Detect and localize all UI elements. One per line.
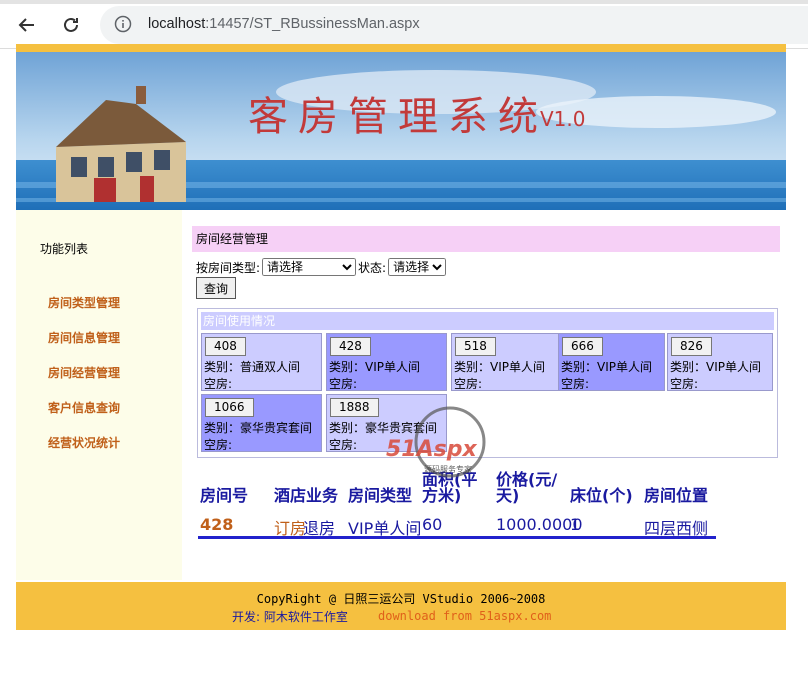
table-bottom-rule bbox=[198, 536, 716, 539]
reload-icon bbox=[64, 17, 78, 32]
url-path: :14457/ST_RBussinessMan.aspx bbox=[205, 16, 420, 32]
room-usage-caption: 房间使用情况 bbox=[201, 312, 774, 330]
sidebar: 功能列表 房间类型管理 房间信息管理 房间经营管理 客户信息查询 经营状况统计 bbox=[16, 210, 182, 580]
room-number-button[interactable]: 518 bbox=[455, 337, 496, 356]
room-type-text: 类别：VIP单人间 bbox=[561, 360, 652, 374]
sidebar-item-room-business[interactable]: 房间经营管理 bbox=[48, 364, 120, 381]
cell-room-no: 428 bbox=[200, 515, 234, 534]
filter-row: 按房间类型: 请选择 状态: 请选择 bbox=[196, 258, 447, 276]
tab-strip-edge bbox=[0, 0, 808, 4]
watermark-tagline: 源码服务专家 bbox=[424, 464, 472, 474]
browser-toolbar: localhost:14457/ST_RBussinessMan.aspx bbox=[0, 0, 808, 49]
room-state-text: 空房: bbox=[329, 377, 358, 391]
top-gold-bar bbox=[16, 44, 786, 52]
query-button[interactable]: 查询 bbox=[196, 277, 236, 299]
room-state-text: 空房: bbox=[204, 377, 233, 391]
room-type-select[interactable]: 请选择 bbox=[262, 258, 357, 276]
reload-button[interactable] bbox=[58, 12, 84, 38]
room-card: 1066 类别：豪华贵宾套间 空房: bbox=[201, 394, 322, 452]
back-arrow-icon bbox=[18, 18, 34, 32]
room-card: 666 类别：VIP单人间 空房: bbox=[558, 333, 665, 391]
sidebar-item-room-type[interactable]: 房间类型管理 bbox=[48, 294, 120, 311]
room-number-button[interactable]: 428 bbox=[330, 337, 371, 356]
room-state-text: 空房: bbox=[670, 377, 699, 391]
room-type-text: 类别：普通双人间 bbox=[204, 360, 301, 374]
header-banner: 客房管理系统 V1.0 bbox=[16, 52, 786, 210]
banner-image: 客房管理系统 V1.0 bbox=[16, 52, 786, 210]
col-header-room-type: 房间类型 bbox=[348, 486, 413, 505]
watermark-brand: 51Aspx bbox=[386, 437, 477, 462]
cell-beds: 1 bbox=[570, 515, 581, 534]
col-header-room-no: 房间号 bbox=[200, 486, 249, 505]
room-state-text: 空房: bbox=[561, 377, 590, 391]
room-number-button[interactable]: 826 bbox=[671, 337, 712, 356]
sidebar-item-room-info[interactable]: 房间信息管理 bbox=[48, 329, 120, 346]
footer-download-link[interactable]: download from 51aspx.com bbox=[378, 609, 551, 623]
sidebar-title: 功能列表 bbox=[40, 242, 89, 256]
banner-version: V1.0 bbox=[540, 107, 586, 131]
room-number-button[interactable]: 1066 bbox=[205, 398, 254, 417]
watermark-logo: 51Aspx 源码服务专家 bbox=[386, 406, 486, 478]
room-type-label: 按房间类型: bbox=[196, 260, 261, 275]
room-type-text: 类别：VIP单人间 bbox=[670, 360, 761, 374]
cell-area: 60 bbox=[422, 515, 443, 534]
back-button[interactable] bbox=[14, 12, 40, 38]
room-card: 826 类别：VIP单人间 空房: bbox=[667, 333, 773, 391]
page-title: 房间经营管理 bbox=[192, 226, 780, 252]
room-type-text: 类别：VIP单人间 bbox=[329, 360, 420, 374]
status-select[interactable]: 请选择 bbox=[388, 258, 447, 276]
banner-title: 客房管理系统 bbox=[248, 94, 548, 140]
room-state-text: 空房: bbox=[204, 438, 233, 452]
room-state-text: 空房: bbox=[454, 377, 483, 391]
footer: CopyRight @ 日照三运公司 VStudio 2006~2008 开发:… bbox=[16, 582, 786, 630]
col-header-location: 房间位置 bbox=[644, 486, 709, 505]
room-number-button[interactable]: 1888 bbox=[330, 398, 379, 417]
status-label: 状态: bbox=[358, 260, 387, 275]
url-text[interactable]: localhost:14457/ST_RBussinessMan.aspx bbox=[148, 16, 420, 32]
col-header-beds: 床位(个) bbox=[570, 486, 633, 505]
url-host: localhost bbox=[148, 16, 206, 32]
room-number-button[interactable]: 666 bbox=[562, 337, 603, 356]
main-content: 房间经营管理 按房间类型: 请选择 状态: 请选择 查询 房间使用情况 408 … bbox=[182, 210, 786, 580]
room-card: 518 类别：VIP单人间 空房: bbox=[451, 333, 572, 391]
room-type-text: 类别：豪华贵宾套间 bbox=[204, 421, 313, 435]
footer-copyright: CopyRight @ 日照三运公司 VStudio 2006~2008 bbox=[256, 592, 546, 606]
col-header-business: 酒店业务 bbox=[274, 486, 339, 505]
footer-developer: 开发: 阿木软件工作室 bbox=[232, 610, 348, 624]
site-info-icon[interactable] bbox=[114, 15, 132, 33]
sidebar-item-customer-query[interactable]: 客户信息查询 bbox=[48, 399, 120, 416]
room-number-button[interactable]: 408 bbox=[205, 337, 246, 356]
room-type-text: 类别：VIP单人间 bbox=[454, 360, 545, 374]
room-state-text: 空房: bbox=[329, 438, 358, 452]
room-card: 408 类别：普通双人间 空房: bbox=[201, 333, 322, 391]
room-card: 428 类别：VIP单人间 空房: bbox=[326, 333, 447, 391]
address-bar[interactable]: localhost:14457/ST_RBussinessMan.aspx bbox=[100, 6, 808, 44]
sidebar-item-business-stats[interactable]: 经营状况统计 bbox=[48, 434, 120, 451]
